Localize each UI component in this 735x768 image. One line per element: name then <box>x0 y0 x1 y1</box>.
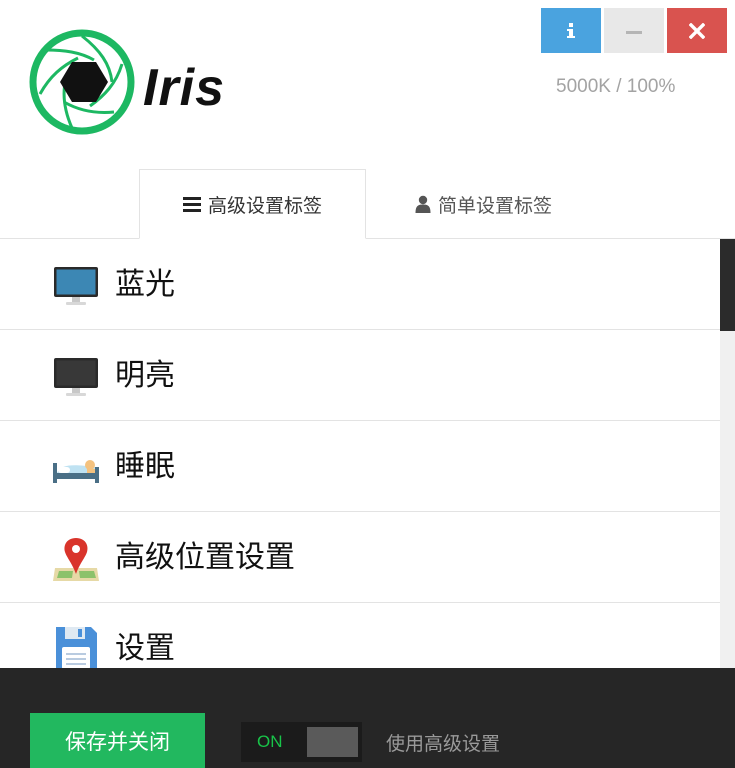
app-name: Iris <box>143 59 226 117</box>
menu-item-settings[interactable]: 设置 <box>0 603 720 668</box>
use-advanced-settings-label: 使用高级设置 <box>386 733 501 755</box>
scrollbar-thumb[interactable] <box>720 239 735 331</box>
menu-item-label: 蓝光 <box>115 267 175 302</box>
minimize-button[interactable] <box>604 8 664 53</box>
user-icon <box>415 195 431 213</box>
info-icon <box>567 22 575 38</box>
minimize-icon <box>626 30 642 34</box>
hamburger-icon <box>182 197 201 212</box>
menu-item-advanced-location[interactable]: 高级位置设置 <box>0 512 720 603</box>
menu-item-label: 设置 <box>115 631 175 666</box>
advanced-settings-toggle[interactable]: ON <box>241 722 362 762</box>
location-pin-icon <box>53 538 99 581</box>
toggle-state-label: ON <box>257 732 283 751</box>
menu-item-brightness[interactable]: 明亮 <box>0 330 720 421</box>
floppy-disk-icon <box>56 627 97 668</box>
menu-item-label: 明亮 <box>115 358 175 393</box>
menu-item-label: 高级位置设置 <box>115 540 295 575</box>
menu-item-sleep[interactable]: 睡眠 <box>0 421 720 512</box>
bed-icon <box>53 460 99 483</box>
blue-monitor-icon <box>54 267 98 305</box>
tab-simple-settings[interactable]: 简单设置标签 <box>366 169 601 239</box>
menu-item-label: 睡眠 <box>115 449 175 484</box>
color-temperature-status: 5000K / 100% <box>556 76 676 97</box>
close-icon <box>689 22 705 39</box>
dark-monitor-icon <box>54 358 98 396</box>
save-and-close-button[interactable]: 保存并关闭 <box>30 713 205 768</box>
tab-label: 简单设置标签 <box>437 194 552 217</box>
tab-label: 高级设置标签 <box>207 194 322 217</box>
close-button[interactable] <box>667 8 727 53</box>
toggle-knob[interactable] <box>307 727 358 757</box>
menu-item-blue-light[interactable]: 蓝光 <box>0 239 720 330</box>
iris-logo-icon <box>29 29 135 135</box>
settings-menu-list: 蓝光 明亮 睡眠 高级位置设置 设置 <box>0 239 720 668</box>
info-button[interactable] <box>541 8 601 53</box>
tab-advanced-settings[interactable]: 高级设置标签 <box>139 169 366 239</box>
